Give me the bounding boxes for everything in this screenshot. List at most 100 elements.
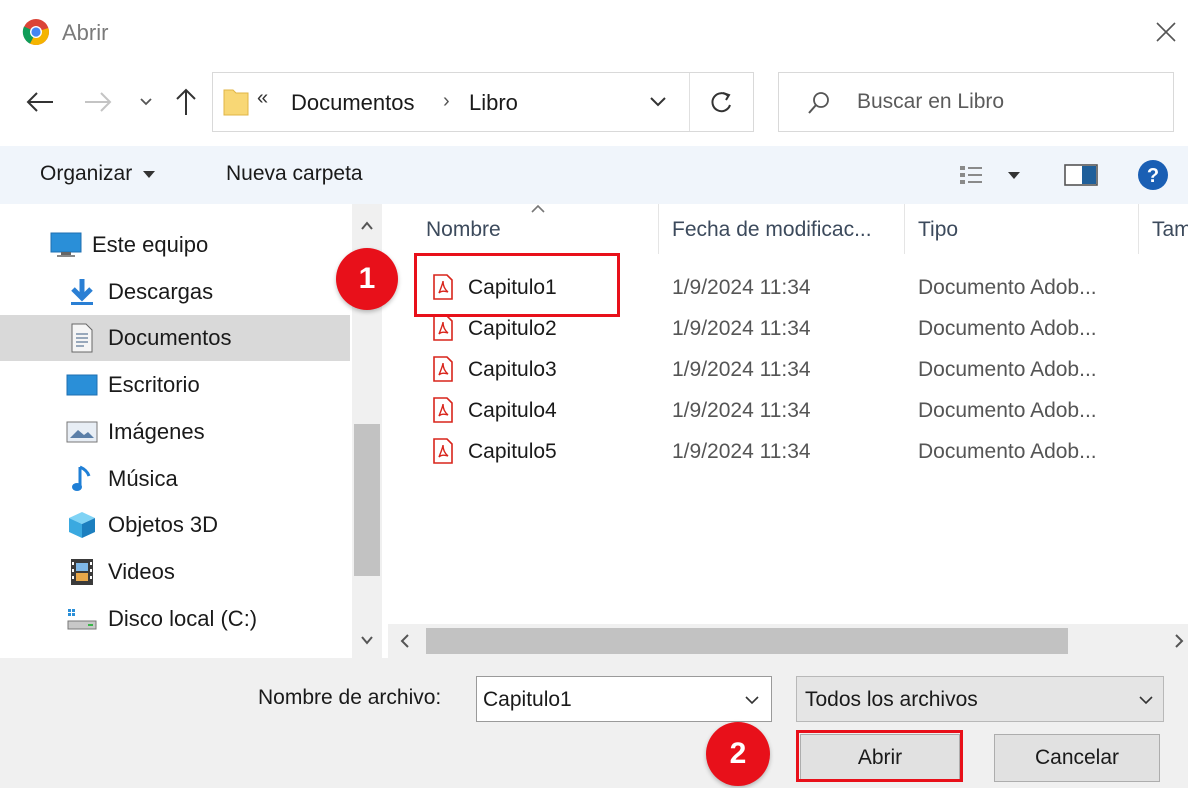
scroll-up-icon[interactable] xyxy=(352,214,382,238)
address-bar[interactable]: « Documentos › Libro xyxy=(212,72,754,132)
sidebar-item-disco-local[interactable]: Disco local (C:) xyxy=(0,596,350,642)
breadcrumb-separator[interactable]: › xyxy=(443,90,450,113)
pdf-file-icon xyxy=(433,356,453,382)
horizontal-scroll-thumb[interactable] xyxy=(426,628,1068,654)
caret-down-icon xyxy=(143,171,156,178)
file-date: 1/9/2024 11:34 xyxy=(672,358,811,381)
scroll-down-icon[interactable] xyxy=(352,628,382,652)
arrow-up-icon xyxy=(176,88,196,115)
drive-icon xyxy=(66,604,98,634)
forward-button[interactable] xyxy=(80,84,116,120)
column-header-fecha[interactable]: Fecha de modificac... xyxy=(672,218,872,242)
svg-text:?: ? xyxy=(1147,165,1159,187)
chevron-down-icon[interactable] xyxy=(741,689,763,711)
pdf-file-icon xyxy=(433,438,453,464)
sidebar-item-imagenes[interactable]: Imágenes xyxy=(0,409,350,455)
sidebar-item-este-equipo[interactable]: Este equipo xyxy=(0,222,350,268)
file-name: Capitulo3 xyxy=(468,358,557,381)
highlight-box-step-2 xyxy=(796,730,963,782)
column-header-tamano[interactable]: Tam xyxy=(1152,218,1188,242)
organize-button[interactable]: Organizar xyxy=(40,162,156,186)
file-name: Capitulo5 xyxy=(468,440,557,463)
sidebar-item-label: Escritorio xyxy=(108,372,200,397)
music-icon xyxy=(66,464,98,494)
sidebar-item-videos[interactable]: Videos xyxy=(0,549,350,595)
sidebar-item-label: Este equipo xyxy=(92,232,209,257)
search-input[interactable] xyxy=(857,85,1157,119)
column-divider[interactable] xyxy=(904,204,905,254)
file-row-capitulo3[interactable]: Capitulo3 1/9/2024 11:34 Documento Adob.… xyxy=(388,350,1188,390)
file-type: Documento Adob... xyxy=(918,358,1097,381)
step-badge-1: 1 xyxy=(336,248,398,310)
organize-label: Organizar xyxy=(40,162,133,185)
chevron-down-icon[interactable] xyxy=(643,89,673,115)
window-title: Abrir xyxy=(62,20,109,45)
column-divider[interactable] xyxy=(1138,204,1139,254)
filename-combobox[interactable] xyxy=(476,676,772,722)
file-date: 1/9/2024 11:34 xyxy=(672,317,811,340)
file-type: Documento Adob... xyxy=(918,399,1097,422)
filename-input[interactable] xyxy=(483,685,731,715)
file-date: 1/9/2024 11:34 xyxy=(672,276,811,299)
help-icon[interactable]: ? xyxy=(1136,158,1170,192)
highlight-box-step-1 xyxy=(414,253,620,317)
video-icon xyxy=(66,557,98,587)
desktop-icon xyxy=(66,370,98,400)
pdf-file-icon xyxy=(433,397,453,423)
close-icon[interactable] xyxy=(1150,16,1182,48)
scroll-right-icon[interactable] xyxy=(1170,628,1188,654)
computer-icon xyxy=(50,230,82,260)
file-type: Documento Adob... xyxy=(918,276,1097,299)
sidebar-item-label: Música xyxy=(108,466,178,491)
pictures-icon xyxy=(66,417,98,447)
preview-pane-icon[interactable] xyxy=(1062,158,1100,192)
up-button[interactable] xyxy=(168,84,204,120)
title-bar: Abrir xyxy=(0,0,1188,66)
sidebar-item-objetos-3d[interactable]: Objetos 3D xyxy=(0,502,350,548)
filetype-value: Todos los archivos xyxy=(805,688,978,711)
column-divider[interactable] xyxy=(658,204,659,254)
sidebar-item-label: Videos xyxy=(108,559,175,584)
column-header-nombre[interactable]: Nombre xyxy=(426,218,501,242)
arrow-left-icon xyxy=(26,92,53,112)
sidebar-item-label: Objetos 3D xyxy=(108,512,219,537)
file-date: 1/9/2024 11:34 xyxy=(672,440,811,463)
sidebar-item-documentos[interactable]: Documentos xyxy=(0,315,350,361)
sidebar-item-label: Documentos xyxy=(108,325,232,350)
recent-locations-button[interactable] xyxy=(134,88,158,116)
document-icon xyxy=(66,323,98,353)
breadcrumb-libro[interactable]: Libro xyxy=(469,90,518,116)
navigation-pane: Este equipo Descargas Documentos Escrito… xyxy=(0,204,386,658)
download-icon xyxy=(66,277,98,307)
chrome-icon xyxy=(22,19,49,46)
search-box[interactable] xyxy=(778,72,1174,132)
new-folder-button[interactable]: Nueva carpeta xyxy=(226,162,363,186)
filetype-select[interactable]: Todos los archivos xyxy=(796,676,1164,722)
arrow-right-icon xyxy=(85,92,112,112)
file-name: Capitulo2 xyxy=(468,317,557,340)
sidebar-item-musica[interactable]: Música xyxy=(0,456,350,502)
back-button[interactable] xyxy=(22,84,58,120)
breadcrumb-overflow[interactable]: « xyxy=(257,87,268,110)
refresh-icon[interactable] xyxy=(699,85,745,119)
cancel-button[interactable]: Cancelar xyxy=(994,734,1160,782)
filename-label: Nombre de archivo: xyxy=(258,686,442,709)
file-date: 1/9/2024 11:34 xyxy=(672,399,811,422)
sidebar-item-descargas[interactable]: Descargas xyxy=(0,269,350,315)
file-row-capitulo4[interactable]: Capitulo4 1/9/2024 11:34 Documento Adob.… xyxy=(388,391,1188,431)
view-options-icon[interactable] xyxy=(958,160,1028,190)
step-badge-2: 2 xyxy=(706,722,770,786)
file-row-capitulo5[interactable]: Capitulo5 1/9/2024 11:34 Documento Adob.… xyxy=(388,432,1188,472)
horizontal-scrollbar[interactable] xyxy=(388,624,1188,658)
file-type: Documento Adob... xyxy=(918,440,1097,463)
breadcrumb-documentos[interactable]: Documentos xyxy=(291,90,415,116)
dialog-footer: Nombre de archivo: Todos los archivos Ab… xyxy=(0,658,1188,788)
column-header-tipo[interactable]: Tipo xyxy=(918,218,958,242)
sort-ascending-icon xyxy=(531,204,545,213)
sidebar-scroll-thumb[interactable] xyxy=(354,424,380,576)
sidebar-item-escritorio[interactable]: Escritorio xyxy=(0,362,350,408)
sidebar-item-label: Disco local (C:) xyxy=(108,606,258,631)
chevron-down-icon xyxy=(1139,696,1153,705)
scroll-left-icon[interactable] xyxy=(396,628,414,654)
divider xyxy=(689,73,690,131)
